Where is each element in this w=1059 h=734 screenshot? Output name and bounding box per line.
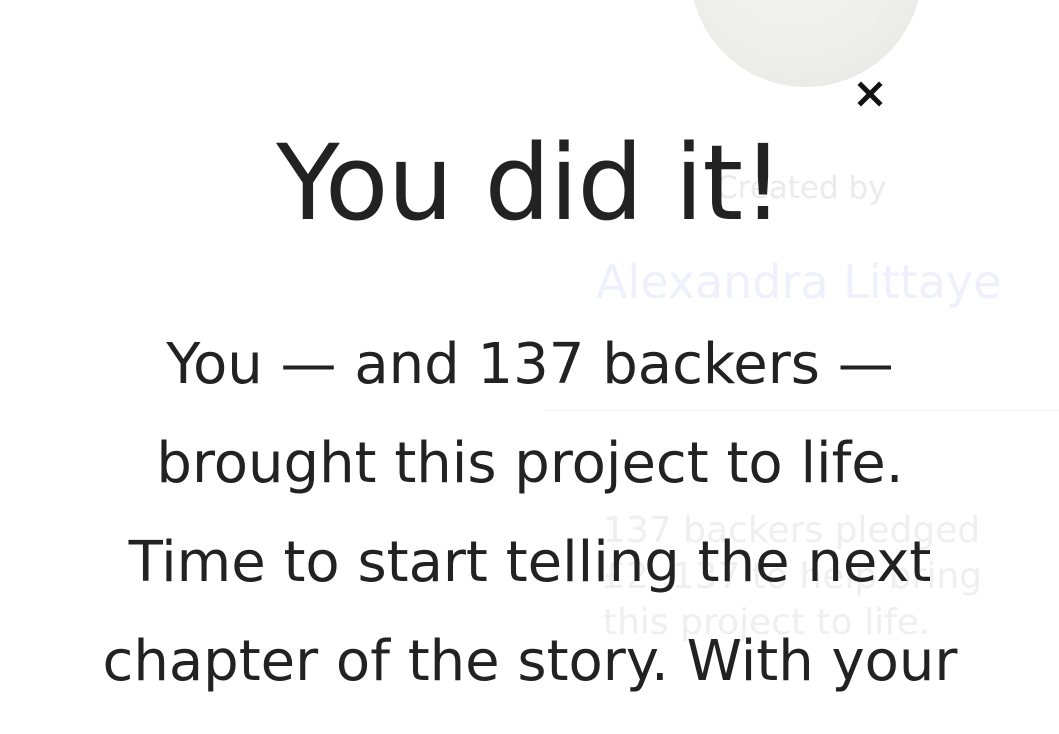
close-icon [857,81,883,107]
modal-message-line: You — and 137 backers — [166,332,894,397]
modal-title: You did it! [276,122,784,244]
modal-message: You — and 137 backers — brought this pro… [45,315,1015,711]
modal-message-line: brought this project to life. [156,431,904,496]
modal-message-line: Time to start telling the next [128,530,932,595]
success-modal: You did it! You — and 137 backers — brou… [0,0,1059,734]
close-button[interactable] [848,72,892,116]
modal-message-line: chapter of the story. With your [102,629,958,694]
